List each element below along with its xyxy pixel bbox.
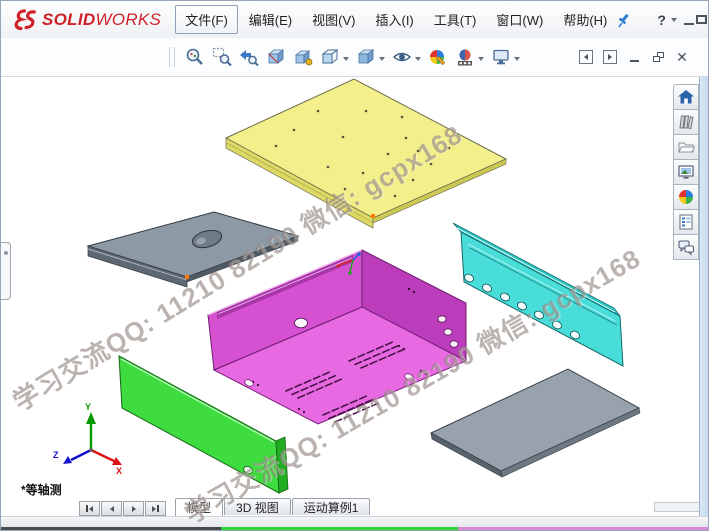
solidworks-logo-mark-icon [13, 7, 39, 33]
menu-file[interactable]: 文件(F) [175, 5, 238, 34]
document-tab-bar: 模型3D 视图运动算例1 [1, 498, 699, 516]
display-style-icon[interactable] [352, 42, 379, 72]
help-dropdown-icon[interactable] [671, 18, 677, 25]
triad-x-label: X [116, 466, 122, 476]
view-palette-icon[interactable] [673, 159, 699, 185]
solidworks-window: Y X Z SOLIDWORKS 文件(F)编辑(E)视图(V)插入(I)工具(… [0, 0, 709, 531]
part-chassis-base[interactable] [208, 250, 466, 424]
triad-z-label: Z [53, 450, 59, 460]
file-explorer-icon[interactable] [673, 134, 699, 160]
coordinate-triad: Y X Z [53, 402, 122, 476]
pin-toolbar-icon[interactable] [616, 5, 632, 35]
view-toolbar: ✕ [1, 38, 708, 77]
tab-3d-views[interactable]: 3D 视图 [224, 498, 291, 515]
view-orientation-icon[interactable] [316, 42, 343, 72]
tab-motion-study-1[interactable]: 运动算例1 [292, 498, 371, 515]
main-menu: 文件(F)编辑(E)视图(V)插入(I)工具(T)窗口(W)帮助(H) [175, 5, 616, 34]
previous-view-icon[interactable] [235, 42, 262, 72]
doc-close-button[interactable]: ✕ [672, 48, 692, 66]
menu-window[interactable]: 窗口(W) [487, 6, 552, 33]
home-icon[interactable] [673, 84, 699, 110]
doc-restore-button[interactable] [648, 48, 668, 66]
menu-edit[interactable]: 编辑(E) [240, 6, 301, 33]
app-minimize-button[interactable] [684, 10, 694, 30]
view-settings-dropdown-icon[interactable] [514, 57, 520, 64]
part-lower-right-plate[interactable] [431, 369, 640, 477]
section-view-icon[interactable] [262, 42, 289, 72]
tab-model[interactable]: 模型 [175, 498, 223, 516]
menu-help[interactable]: 帮助(H) [554, 6, 616, 33]
window-frame-right [699, 38, 708, 516]
tab-scroll-next-button[interactable] [123, 501, 144, 516]
apply-scene-icon[interactable] [451, 42, 478, 72]
zoom-to-area-icon[interactable] [208, 42, 235, 72]
toolbar-handle[interactable] [169, 47, 175, 67]
part-rear-panel[interactable] [453, 223, 623, 366]
tab-scroll-last-button[interactable] [145, 501, 166, 516]
menu-insert[interactable]: 插入(I) [366, 6, 422, 33]
zoom-to-fit-icon[interactable] [181, 42, 208, 72]
appearances-icon[interactable] [673, 184, 699, 210]
3d-viewport[interactable]: Y X Z [1, 1, 709, 531]
view-orientation-label: *等轴测 [21, 481, 62, 498]
feature-tree-collapsed-tab[interactable] [1, 242, 11, 300]
task-pane-tabs [673, 85, 700, 260]
hide-show-items-icon[interactable] [388, 42, 415, 72]
solidworks-logo-text: SOLIDWORKS [42, 10, 161, 30]
design-library-icon[interactable] [673, 109, 699, 135]
menu-view[interactable]: 视图(V) [303, 6, 364, 33]
edit-appearance-icon[interactable] [424, 42, 451, 72]
tab-scroll-first-button[interactable] [79, 501, 100, 516]
annotation-view-icon[interactable] [289, 42, 316, 72]
hide-show-items-dropdown-icon[interactable] [415, 57, 421, 64]
doc-pane-previous-button[interactable] [576, 48, 596, 66]
app-maximize-button[interactable] [696, 10, 707, 30]
background-window-strip [1, 527, 708, 531]
vertex-point [185, 275, 189, 279]
part-upper-left-plate[interactable] [88, 212, 298, 287]
wall-hole [295, 318, 308, 328]
forum-icon[interactable] [673, 234, 699, 260]
tab-scroll-prev-button[interactable] [101, 501, 122, 516]
doc-pane-next-button[interactable] [600, 48, 620, 66]
triad-y-label: Y [85, 402, 91, 412]
display-style-dropdown-icon[interactable] [379, 57, 385, 64]
doc-minimize-button[interactable] [624, 48, 644, 66]
solidworks-logo: SOLIDWORKS [13, 7, 161, 33]
help-button[interactable]: ? [654, 12, 669, 28]
custom-properties-icon[interactable] [673, 209, 699, 235]
apply-scene-dropdown-icon[interactable] [478, 57, 484, 64]
vertex-point [371, 214, 375, 218]
menu-tools[interactable]: 工具(T) [425, 6, 486, 33]
document-window-controls: ✕ [574, 48, 694, 66]
part-top-cover[interactable] [226, 79, 506, 228]
menu-bar: SOLIDWORKS 文件(F)编辑(E)视图(V)插入(I)工具(T)窗口(W… [1, 1, 708, 39]
view-orientation-dropdown-icon[interactable] [343, 57, 349, 64]
view-settings-icon[interactable] [487, 42, 514, 72]
